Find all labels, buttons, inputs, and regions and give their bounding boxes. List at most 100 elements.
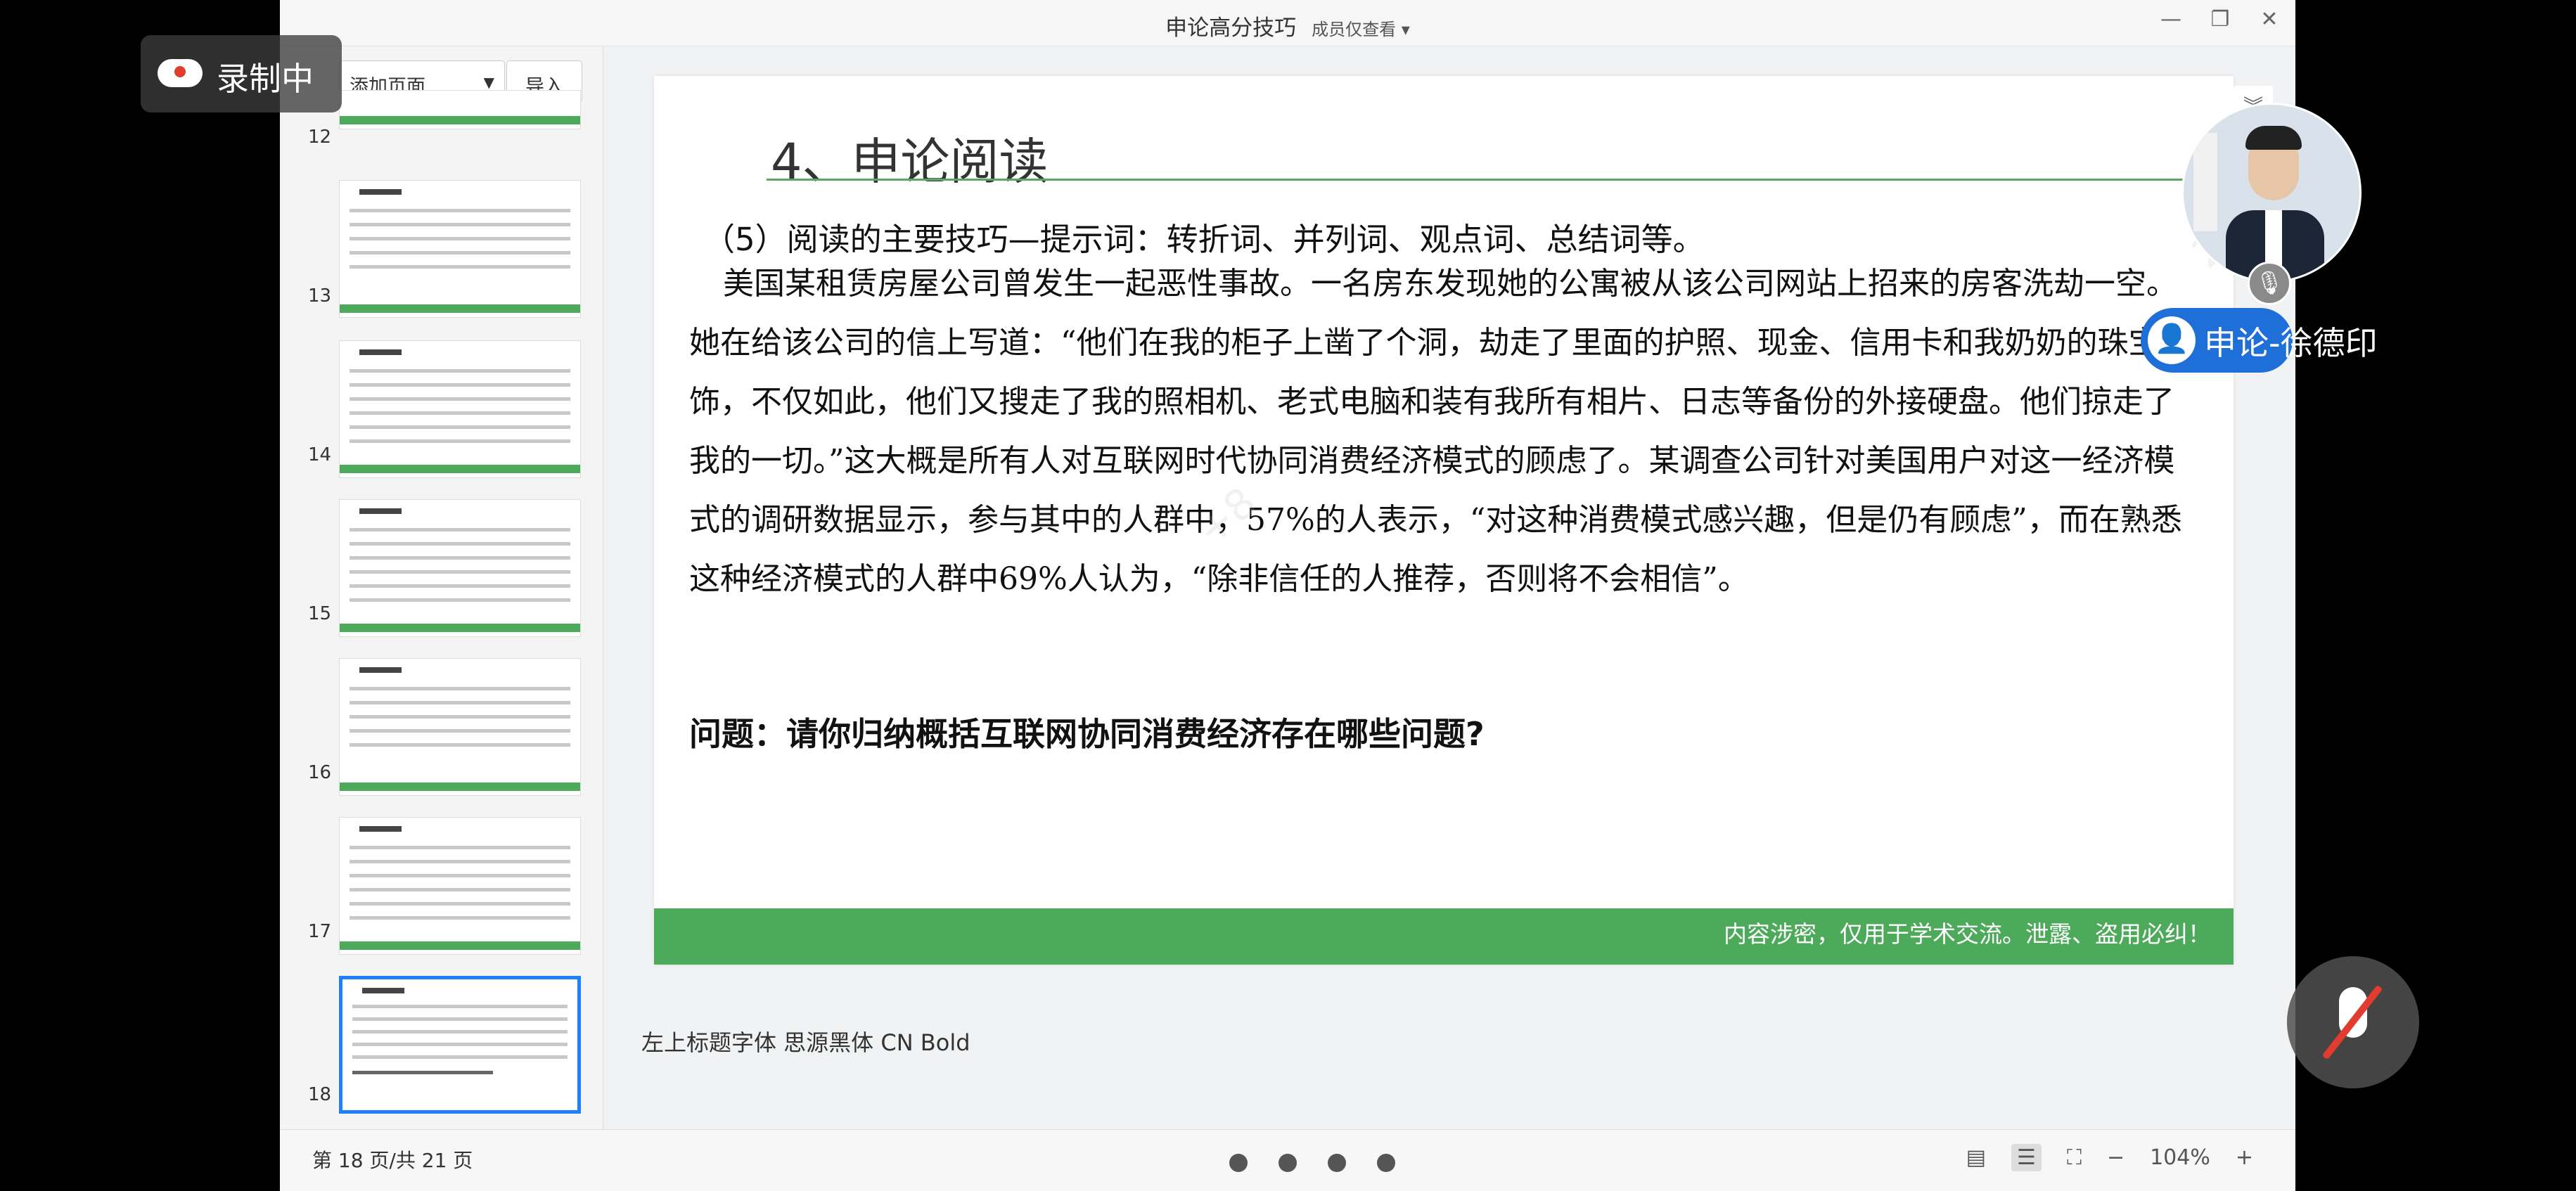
mute-mic-button[interactable]: [2287, 956, 2419, 1088]
slide-number: 15: [308, 603, 332, 624]
thumbnail-line: [350, 902, 570, 906]
mic-icon: 🎙: [2248, 262, 2291, 305]
thumbnail-line: [350, 383, 570, 387]
thumbnail-line: [350, 860, 570, 863]
zoom-level[interactable]: 104%: [2150, 1145, 2210, 1170]
book-image: [2193, 133, 2217, 231]
notes-view-icon[interactable]: ☰: [2011, 1144, 2042, 1171]
thumbnail-line: [350, 223, 570, 226]
thumbnail-line: [352, 1055, 568, 1059]
thumbnail-line: [350, 265, 570, 269]
page-indicator: 第 18 页/共 21 页: [312, 1149, 473, 1172]
slide-thumbnail-selected[interactable]: [339, 976, 581, 1114]
thumbnail-line: [350, 598, 570, 602]
presenter-hair: [2245, 126, 2302, 150]
visibility-dropdown[interactable]: 成员仅查看 ▾: [1312, 20, 1410, 39]
thumbnail-heading: [359, 349, 402, 355]
window-title: 申论高分技巧 成员仅查看 ▾: [280, 10, 2295, 41]
slide-editor: 4、申论阅读 （5）阅读的主要技巧—提示词：转折词、并列词、观点词、总结词等。 …: [605, 46, 2295, 1129]
window-controls: — ❐ ✕: [2160, 7, 2280, 32]
thumbnail-line: [350, 369, 570, 373]
thumbnail-line: [350, 251, 570, 255]
confidential-notice: 内容涉密，仅用于学术交流。泄露、盗用必纠！: [1724, 920, 2211, 948]
thumbnail-footer-bar: [340, 116, 580, 124]
title-underline: [767, 179, 2234, 181]
thumbnail-line: [350, 528, 570, 532]
slide-thumbnail[interactable]: [339, 658, 581, 796]
slide-number: 16: [308, 762, 332, 783]
presenter-video: [2181, 103, 2362, 283]
user-icon: 👤: [2148, 316, 2196, 364]
thumbnail-line: [350, 584, 570, 588]
status-bar: 第 18 页/共 21 页 ▤ ☰ ⛶ − 104% +: [280, 1129, 2295, 1191]
thumbnail-footer-bar: [340, 304, 580, 313]
slide-number: 17: [308, 921, 332, 942]
thumbnail-line: [352, 1030, 568, 1034]
slide-thumbnail[interactable]: [339, 340, 581, 478]
thumbnail-line: [350, 556, 570, 560]
slide-thumbnail-panel: 添加页面 ▼ 导入 12 13 14 15 16 17 18: [280, 46, 603, 1129]
zoom-out-icon[interactable]: −: [2107, 1145, 2125, 1170]
thumbnail-line: [350, 846, 570, 849]
chevron-down-icon: ▼: [483, 74, 494, 91]
thumbnail-heading: [359, 667, 402, 673]
view-controls: ▤ ☰ ⛶ − 104% +: [1966, 1144, 2253, 1171]
thumbnail-line: [352, 1043, 568, 1046]
thumbnail-line: [350, 425, 570, 429]
slide-thumbnail[interactable]: [339, 180, 581, 318]
recording-label: 录制中: [217, 60, 314, 98]
slide-subtitle: （5）阅读的主要技巧—提示词：转折词、并列词、观点词、总结词等。: [703, 221, 1705, 258]
toolbar-dot[interactable]: [1377, 1154, 1395, 1172]
toolbar-dot[interactable]: [1229, 1154, 1248, 1172]
slide-number: 18: [308, 1084, 332, 1105]
thumbnail-heading: [362, 988, 404, 993]
thumbnail-line: [350, 701, 570, 704]
slide-footer-bar: 内容涉密，仅用于学术交流。泄露、盗用必纠！: [654, 908, 2234, 965]
screen: 申论高分技巧 成员仅查看 ▾ — ❐ ✕ 添加页面 ▼ 导入 12 13 14 15…: [0, 0, 2576, 1191]
thumbnail-footer-bar: [340, 624, 580, 632]
thumbnail-line: [352, 1005, 568, 1008]
slide-number: 12: [308, 127, 332, 148]
slide-body-text: 美国某租赁房屋公司曾发生一起恶性事故。一名房东发现她的公寓被从该公司网站上招来的…: [689, 266, 2191, 597]
thumbnail-line: [350, 888, 570, 891]
slide-number: 13: [308, 285, 332, 307]
slide-thumbnail[interactable]: [339, 499, 581, 637]
thumbnail-footer-bar: [340, 783, 580, 791]
minimize-icon[interactable]: —: [2160, 7, 2181, 32]
window-title-text: 申论高分技巧: [1165, 15, 1297, 41]
slide-thumbnail[interactable]: [339, 817, 581, 955]
thumbnail-line: [350, 542, 570, 546]
restore-icon[interactable]: ❐: [2210, 7, 2231, 32]
fit-window-icon[interactable]: ⛶: [2067, 1145, 2082, 1170]
thumbnail-line: [350, 715, 570, 719]
thumbnail-line: [350, 743, 570, 747]
slide-thumbnail[interactable]: [339, 90, 581, 129]
slide-title: 4、申论阅读: [771, 133, 1049, 191]
presentation-app: 申论高分技巧 成员仅查看 ▾ — ❐ ✕ 添加页面 ▼ 导入 12 13 14 15…: [280, 0, 2295, 1191]
thumbnail-footer-bar: [340, 941, 580, 950]
slide-question: 问题：请你归纳概括互联网协同消费经济存在哪些问题?: [689, 715, 1485, 753]
thumbnail-line: [350, 874, 570, 877]
thumbnail-line: [350, 570, 570, 574]
speaker-notes[interactable]: 左上标题字体 思源黑体 CN Bold: [641, 1025, 970, 1057]
thumbnail-heading: [359, 508, 402, 514]
chevron-down-icon: ▾: [1401, 20, 1410, 39]
toolbar-dot[interactable]: [1328, 1154, 1346, 1172]
thumbnail-line: [350, 687, 570, 690]
toolbar-dot[interactable]: [1279, 1154, 1297, 1172]
slide-number: 14: [308, 444, 332, 465]
toolbar-dots: [1229, 1154, 1395, 1172]
thumbnail-line: [350, 411, 570, 415]
zoom-in-icon[interactable]: +: [2236, 1145, 2253, 1170]
thumbnail-heading: [359, 189, 402, 195]
recording-indicator[interactable]: 录制中: [141, 35, 342, 112]
thumbnail-line: [350, 397, 570, 401]
slide-canvas[interactable]: 4、申论阅读 （5）阅读的主要技巧—提示词：转折词、并列词、观点词、总结词等。 …: [654, 76, 2234, 965]
visibility-label: 成员仅查看: [1312, 20, 1397, 39]
close-icon[interactable]: ✕: [2259, 7, 2280, 32]
thumbnail-line: [350, 916, 570, 920]
thumbnail-line: [352, 1017, 568, 1021]
thumbnail-line: [350, 439, 570, 443]
presenter-name: 申论-徐德印: [2204, 324, 2378, 362]
normal-view-icon[interactable]: ▤: [1966, 1145, 1986, 1170]
